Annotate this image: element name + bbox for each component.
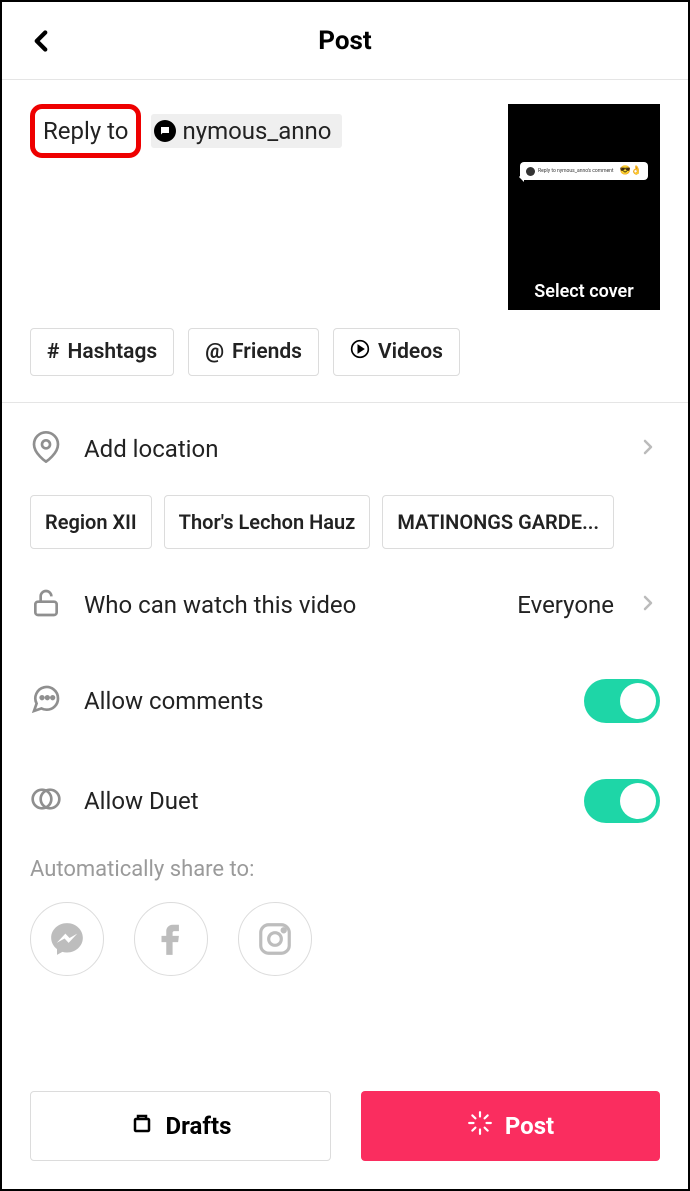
bottom-action-bar: Drafts Post (30, 1091, 660, 1161)
allow-comments-toggle[interactable] (584, 679, 660, 723)
reply-to-label: Reply to (30, 104, 141, 158)
hashtags-label: Hashtags (67, 340, 157, 364)
location-pin-icon (30, 431, 62, 467)
add-location-label: Add location (84, 435, 614, 463)
at-icon: @ (205, 340, 224, 364)
videos-button[interactable]: Videos (333, 328, 460, 376)
caption-input[interactable]: Reply to nymous_anno (30, 104, 508, 158)
chevron-right-icon (636, 591, 660, 619)
share-facebook[interactable] (134, 902, 208, 976)
settings-section: Add location Region XII Thor's Lechon Ha… (2, 403, 688, 1006)
post-button[interactable]: Post (361, 1091, 660, 1161)
location-suggestions: Region XII Thor's Lechon Hauz MATINONGS … (30, 495, 660, 577)
select-cover-label: Select cover (534, 281, 633, 310)
privacy-value: Everyone (517, 591, 614, 619)
location-suggestion[interactable]: Region XII (30, 495, 152, 549)
comment-icon (30, 683, 62, 719)
play-circle-icon (350, 339, 370, 365)
chevron-left-icon (24, 24, 58, 58)
hashtags-button[interactable]: # Hashtags (30, 328, 174, 376)
allow-duet-label: Allow Duet (84, 787, 562, 815)
cover-thumbnail[interactable]: Reply to nymous_anno's comment 😎👌 Select… (508, 104, 660, 310)
friends-button[interactable]: @ Friends (188, 328, 319, 376)
location-suggestion[interactable]: Thor's Lechon Hauz (164, 495, 371, 549)
share-instagram[interactable] (238, 902, 312, 976)
privacy-row[interactable]: Who can watch this video Everyone (30, 577, 660, 651)
instagram-icon (256, 920, 294, 958)
add-location-row[interactable]: Add location (30, 403, 660, 495)
facebook-icon (152, 920, 190, 958)
allow-comments-row: Allow comments (30, 651, 660, 751)
compose-helpers: # Hashtags @ Friends Videos (2, 328, 688, 402)
thumbnail-preview-bubble: Reply to nymous_anno's comment 😎👌 (520, 162, 648, 180)
allow-duet-toggle[interactable] (584, 779, 660, 823)
share-messenger[interactable] (30, 902, 104, 976)
share-label: Automatically share to: (30, 851, 660, 902)
allow-duet-row: Allow Duet (30, 751, 660, 851)
emoji-icon: 😎👌 (620, 166, 642, 176)
share-row (30, 902, 660, 1006)
privacy-label: Who can watch this video (84, 591, 495, 619)
hash-icon: # (47, 340, 59, 364)
mention-username: nymous_anno (182, 117, 331, 145)
drafts-button[interactable]: Drafts (30, 1091, 331, 1161)
header-bar: Post (2, 2, 688, 80)
location-suggestion[interactable]: MATINONGS GARDE... (382, 495, 614, 549)
chevron-right-icon (636, 435, 660, 463)
drafts-icon (130, 1111, 154, 1141)
videos-label: Videos (378, 340, 443, 364)
duet-icon (30, 783, 62, 819)
drafts-label: Drafts (166, 1112, 232, 1140)
comment-bubble-icon (154, 120, 176, 142)
lock-open-icon (30, 587, 62, 623)
post-label: Post (505, 1112, 554, 1140)
page-title: Post (318, 26, 371, 56)
messenger-icon (48, 920, 86, 958)
back-button[interactable] (24, 24, 58, 58)
post-sparkle-icon (467, 1110, 493, 1142)
compose-area: Reply to nymous_anno Reply to nymous_ann… (2, 80, 688, 328)
friends-label: Friends (232, 340, 302, 364)
allow-comments-label: Allow comments (84, 687, 562, 715)
thumb-caption: Reply to nymous_anno's comment (538, 168, 617, 174)
mention-chip[interactable]: nymous_anno (151, 114, 341, 148)
